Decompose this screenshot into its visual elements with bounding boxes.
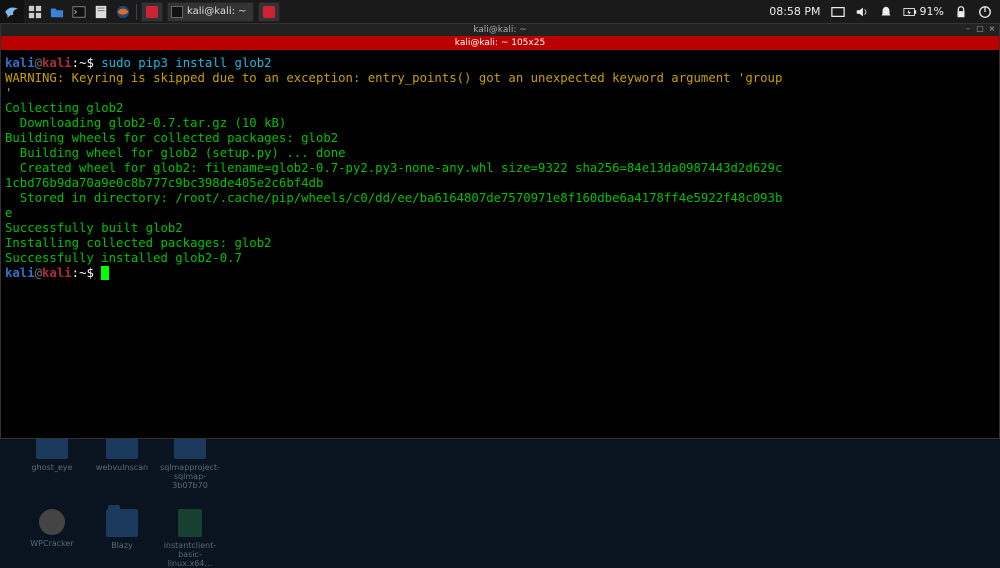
desktop-icon[interactable]: WPCracker [22,509,82,548]
desktop-icon-label: webvulnscan [92,463,152,472]
terminal-icon [171,6,183,18]
terminal-window: kali@kali: ~ – ▢ × kali@kali: ~ 105x25 k… [0,23,1000,439]
folder-icon [106,509,138,537]
app-menu-button[interactable] [0,0,24,23]
browser-launcher[interactable] [112,0,134,23]
battery-indicator[interactable]: 91% [903,5,944,19]
lock-icon[interactable] [954,5,968,19]
taskbar-item-terminal[interactable]: kali@kali: ~ [167,2,254,22]
desktop-icon-label: Blazy [92,541,152,550]
show-desktop-button[interactable] [24,0,46,23]
battery-charging-icon [903,5,917,19]
desktop-icon-label: ghost_eye [22,463,82,472]
firefox-icon [116,5,130,19]
kali-dragon-icon [3,3,21,21]
taskbar-item[interactable] [141,2,163,22]
battery-percentage: 91% [920,5,944,18]
folder-icon [50,5,64,19]
recorder-icon [263,6,275,18]
screenshot-tray-icon[interactable] [831,5,845,19]
taskbar-item-label: kali@kali: ~ [187,6,247,17]
terminal-output-area[interactable]: kali@kali:~$ sudo pip3 install glob2 WAR… [1,50,999,438]
maximize-button[interactable]: ▢ [975,24,985,33]
editor-icon [94,5,108,19]
volume-icon[interactable] [855,5,869,19]
desktop-icon[interactable]: Blazy [92,509,152,550]
panes-icon [28,5,42,19]
desktop-icon-label: instantclient-basic-linux.x64… [160,541,220,568]
clock[interactable]: 08:58 PM [769,5,820,18]
taskbar-item[interactable] [258,2,280,22]
window-title: kali@kali: ~ [473,25,527,35]
desktop-icon[interactable]: sqlmapproject-sqlmap-3b07b70 [160,431,220,490]
gear-icon [39,509,65,535]
close-button[interactable]: × [987,24,997,33]
taskbar: kali@kali: ~ 08:58 PM 91% [0,0,1000,23]
terminal-tab[interactable]: kali@kali: ~ 105x25 [1,36,999,50]
terminal-tab-label: kali@kali: ~ 105x25 [455,38,545,48]
desktop-icon-label: WPCracker [22,539,82,548]
system-tray: 08:58 PM 91% [769,5,1000,19]
minimize-button[interactable]: – [963,24,973,33]
taskbar-left: kali@kali: ~ [0,0,282,23]
file-manager-launcher[interactable] [46,0,68,23]
power-icon[interactable] [978,5,992,19]
recorder-icon [146,6,158,18]
desktop-icon[interactable]: instantclient-basic-linux.x64… [160,509,220,568]
desktop-icon-label: sqlmapproject-sqlmap-3b07b70 [160,463,220,490]
file-icon [178,509,202,537]
taskbar-separator [136,4,137,20]
window-titlebar[interactable]: kali@kali: ~ – ▢ × [1,24,999,36]
terminal-launcher[interactable] [68,0,90,23]
terminal-icon [72,5,86,19]
notifications-icon[interactable] [879,5,893,19]
text-editor-launcher[interactable] [90,0,112,23]
